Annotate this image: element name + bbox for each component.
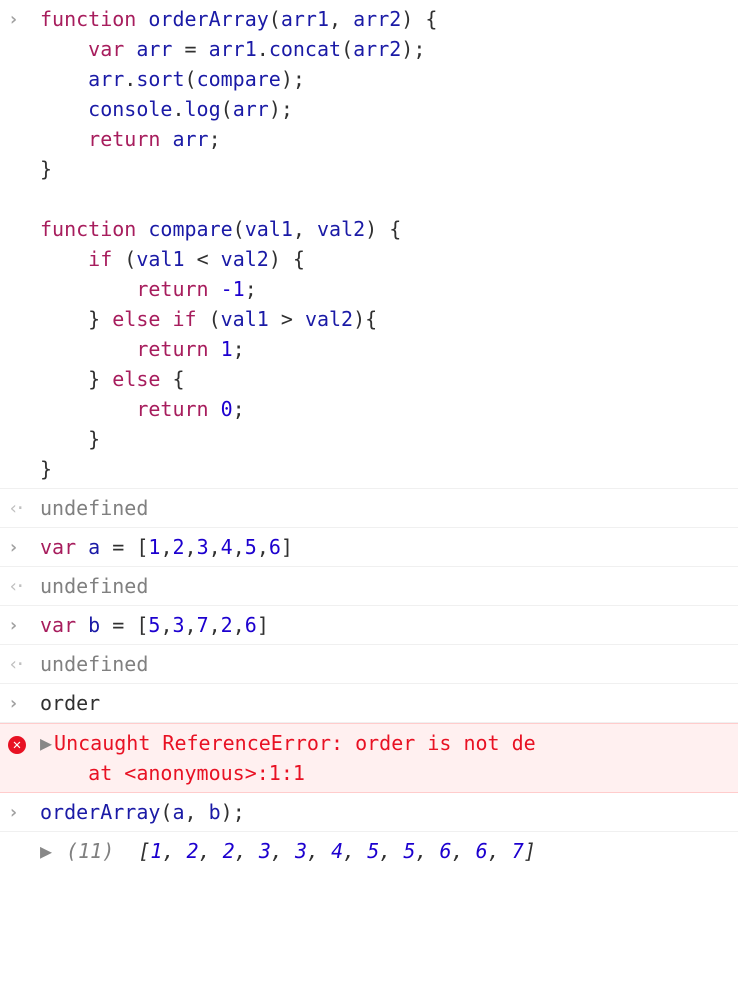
- code-input: orderArray(a, b);: [34, 797, 738, 827]
- disclosure-triangle-icon[interactable]: ▶: [40, 728, 52, 758]
- output-value: undefined: [34, 571, 738, 601]
- input-prompt-icon: [8, 610, 34, 639]
- console-entry: undefined: [0, 567, 738, 606]
- output-value: undefined: [34, 493, 738, 523]
- output-prompt-icon: [8, 836, 34, 838]
- output-value: undefined: [34, 649, 738, 679]
- code-input: function orderArray(arr1, arr2) { var ar…: [34, 4, 738, 484]
- output-prompt-icon: [8, 649, 34, 678]
- error-message: ▶Uncaught ReferenceError: order is not d…: [34, 728, 738, 788]
- console-entry: undefined: [0, 489, 738, 528]
- error-icon: ✕: [8, 728, 34, 757]
- output-prompt-icon: [8, 493, 34, 522]
- input-prompt-icon: [8, 797, 34, 826]
- console-entry: ▶ (11) [1, 2, 2, 3, 3, 4, 5, 5, 6, 6, 7]: [0, 832, 738, 870]
- console-output[interactable]: function orderArray(arr1, arr2) { var ar…: [0, 0, 738, 870]
- console-entry: var a = [1,2,3,4,5,6]: [0, 528, 738, 567]
- input-prompt-icon: [8, 688, 34, 717]
- console-entry: var b = [5,3,7,2,6]: [0, 606, 738, 645]
- console-entry: order: [0, 684, 738, 723]
- code-input: var b = [5,3,7,2,6]: [34, 610, 738, 640]
- console-entry: orderArray(a, b);: [0, 793, 738, 832]
- error-badge-icon: ✕: [8, 736, 26, 754]
- code-input: order: [34, 688, 738, 718]
- input-prompt-icon: [8, 4, 34, 33]
- code-input: var a = [1,2,3,4,5,6]: [34, 532, 738, 562]
- console-entry: undefined: [0, 645, 738, 684]
- output-prompt-icon: [8, 571, 34, 600]
- input-prompt-icon: [8, 532, 34, 561]
- console-entry: function orderArray(arr1, arr2) { var ar…: [0, 0, 738, 489]
- disclosure-triangle-icon[interactable]: ▶: [40, 836, 52, 866]
- output-array: ▶ (11) [1, 2, 2, 3, 3, 4, 5, 5, 6, 6, 7]: [34, 836, 738, 866]
- console-entry: ✕ ▶Uncaught ReferenceError: order is not …: [0, 723, 738, 793]
